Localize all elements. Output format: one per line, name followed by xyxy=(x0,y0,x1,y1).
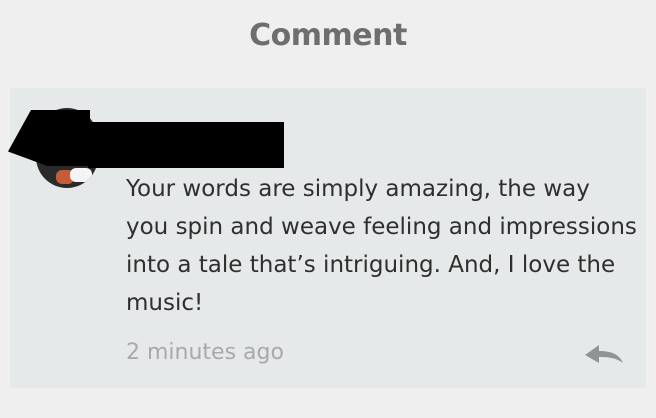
reply-icon xyxy=(585,345,623,363)
comment-timestamp: 2 minutes ago xyxy=(126,340,284,365)
page-title: Comment xyxy=(249,18,407,53)
comment-text: Your words are simply amazing, the way y… xyxy=(126,176,637,316)
redaction-bar xyxy=(88,122,284,168)
reply-button[interactable] xyxy=(580,338,628,372)
avatar-detail xyxy=(70,168,92,182)
